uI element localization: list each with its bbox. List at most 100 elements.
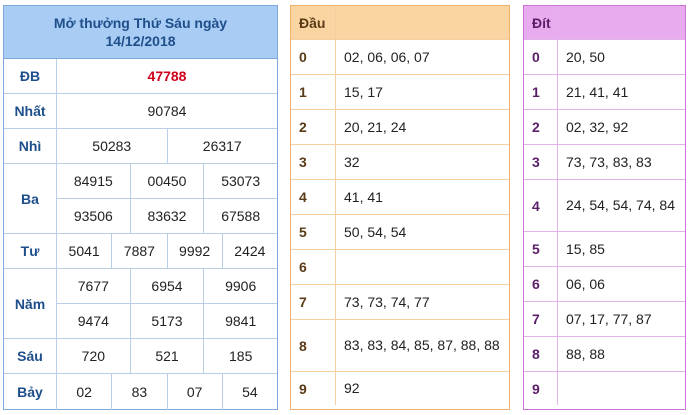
prize-row-seventh: Bảy 02 83 07 54 <box>4 374 277 410</box>
dau-row: 3 32 <box>291 145 509 180</box>
dau-value: 73, 73, 74, 77 <box>344 293 430 310</box>
dau-row: 6 <box>291 250 509 285</box>
dit-value: 88, 88 <box>566 345 605 362</box>
dau-row: 0 02, 06, 06, 07 <box>291 40 509 75</box>
prize-number: 7677 <box>77 278 109 294</box>
prize-number: 9992 <box>166 234 222 268</box>
dit-row: 7 07, 17, 77, 87 <box>524 302 685 337</box>
prize-label: Sáu <box>4 339 57 373</box>
prize-number: 53073 <box>203 164 277 198</box>
prize-number: 67588 <box>203 199 277 233</box>
prize-row-special: ĐB 47788 <box>4 59 277 94</box>
prize-number: 07 <box>166 374 222 410</box>
results-header: Mở thưởng Thứ Sáu ngày 14/12/2018 <box>4 6 277 59</box>
dau-value: 15, 17 <box>344 83 383 100</box>
dit-value: 20, 50 <box>566 48 605 65</box>
dau-key: 8 <box>291 320 336 371</box>
dit-row: 8 88, 88 <box>524 337 685 372</box>
dit-row: 5 15, 85 <box>524 232 685 267</box>
prize-label: Ba <box>4 164 57 233</box>
dit-row: 4 24, 54, 54, 74, 84 <box>524 180 685 232</box>
dit-key: 4 <box>524 180 558 231</box>
prize-label: ĐB <box>4 59 57 93</box>
dit-key: 0 <box>524 40 558 74</box>
dau-key: 5 <box>291 215 336 249</box>
dau-row: 1 15, 17 <box>291 75 509 110</box>
dit-value <box>558 372 685 405</box>
prize-number: 83 <box>111 374 166 410</box>
prize-row-fourth: Tư 5041 7887 9992 2424 <box>4 234 277 269</box>
prize-number: 50283 <box>92 138 132 154</box>
dit-value: 24, 54, 54, 74, 84 <box>566 197 675 213</box>
dau-value: 02, 06, 06, 07 <box>344 48 430 65</box>
dau-row: 4 41, 41 <box>291 180 509 215</box>
dau-row: 5 50, 54, 54 <box>291 215 509 250</box>
dau-value: 32 <box>344 153 360 170</box>
prize-label: Tư <box>4 234 57 268</box>
dit-key: 5 <box>524 232 558 266</box>
dau-header: Đầu <box>291 6 336 39</box>
dau-key: 2 <box>291 110 336 144</box>
prize-row-sixth: Sáu 720 521 185 <box>4 339 277 374</box>
dit-row: 1 21, 41, 41 <box>524 75 685 110</box>
prize-row-first: Nhất 90784 <box>4 94 277 129</box>
dit-key: 7 <box>524 302 558 336</box>
dau-value: 41, 41 <box>344 188 383 205</box>
prize-label: Năm <box>4 269 57 338</box>
dau-key: 3 <box>291 145 336 179</box>
prize-number: 9474 <box>77 313 109 329</box>
dit-value: 02, 32, 92 <box>566 118 629 135</box>
prize-label: Nhất <box>4 94 57 128</box>
dit-key: 8 <box>524 337 558 371</box>
dau-key: 1 <box>291 75 336 109</box>
dit-value: 06, 06 <box>566 275 605 292</box>
dit-key: 1 <box>524 75 558 109</box>
prize-number: 5173 <box>129 304 204 338</box>
lottery-results-table: Mở thưởng Thứ Sáu ngày 14/12/2018 ĐB 477… <box>3 5 278 410</box>
prize-row-second: Nhì 50283 26317 <box>4 129 277 164</box>
dit-value: 21, 41, 41 <box>566 83 629 100</box>
dau-header-row: Đầu <box>291 6 509 40</box>
prize-number: 02 <box>76 384 92 400</box>
results-date: 14/12/2018 <box>105 33 176 49</box>
prize-number: 84915 <box>73 173 113 189</box>
dau-row: 9 92 <box>291 372 509 405</box>
dau-row: 8 83, 83, 84, 85, 87, 88, 88 <box>291 320 509 372</box>
dau-key: 7 <box>291 285 336 319</box>
prize-number: 5041 <box>68 243 100 259</box>
prize-row-fifth: Năm 7677 6954 9906 9474 5173 9841 <box>4 269 277 339</box>
dit-key: 2 <box>524 110 558 144</box>
dit-row: 6 06, 06 <box>524 267 685 302</box>
prize-number: 6954 <box>129 269 204 303</box>
dit-key: 9 <box>524 372 558 405</box>
prize-number: 93506 <box>73 208 113 224</box>
prize-number: 90784 <box>147 103 187 119</box>
prize-number: 185 <box>203 339 277 373</box>
prize-number: 521 <box>129 339 204 373</box>
prize-number: 9841 <box>203 304 277 338</box>
prize-number: 9906 <box>203 269 277 303</box>
dau-row: 7 73, 73, 74, 77 <box>291 285 509 320</box>
dit-table: Đít 0 20, 50 1 21, 41, 41 2 02, 32, 92 3… <box>523 5 686 410</box>
prize-number: 83632 <box>129 199 204 233</box>
dau-table: Đầu 0 02, 06, 06, 07 1 15, 17 2 20, 21, … <box>290 5 510 410</box>
prize-label: Bảy <box>4 374 57 410</box>
dau-row: 2 20, 21, 24 <box>291 110 509 145</box>
prize-label: Nhì <box>4 129 57 163</box>
dit-key: 6 <box>524 267 558 301</box>
dit-header-row: Đít <box>524 6 685 40</box>
dit-header: Đít <box>524 6 558 39</box>
prize-number: 54 <box>221 374 277 410</box>
dit-value: 15, 85 <box>566 240 605 257</box>
dau-value: 83, 83, 84, 85, 87, 88, 88 <box>344 337 500 353</box>
prize-number: 47788 <box>147 68 187 84</box>
dit-row: 9 <box>524 372 685 405</box>
dau-value: 50, 54, 54 <box>344 223 407 240</box>
prize-row-third: Ba 84915 00450 53073 93506 83632 67588 <box>4 164 277 234</box>
dit-key: 3 <box>524 145 558 179</box>
prize-number: 7887 <box>111 234 166 268</box>
prize-number: 720 <box>81 348 106 364</box>
dit-value: 73, 73, 83, 83 <box>566 153 652 170</box>
dau-key: 6 <box>291 250 336 284</box>
dau-key: 9 <box>291 372 336 405</box>
